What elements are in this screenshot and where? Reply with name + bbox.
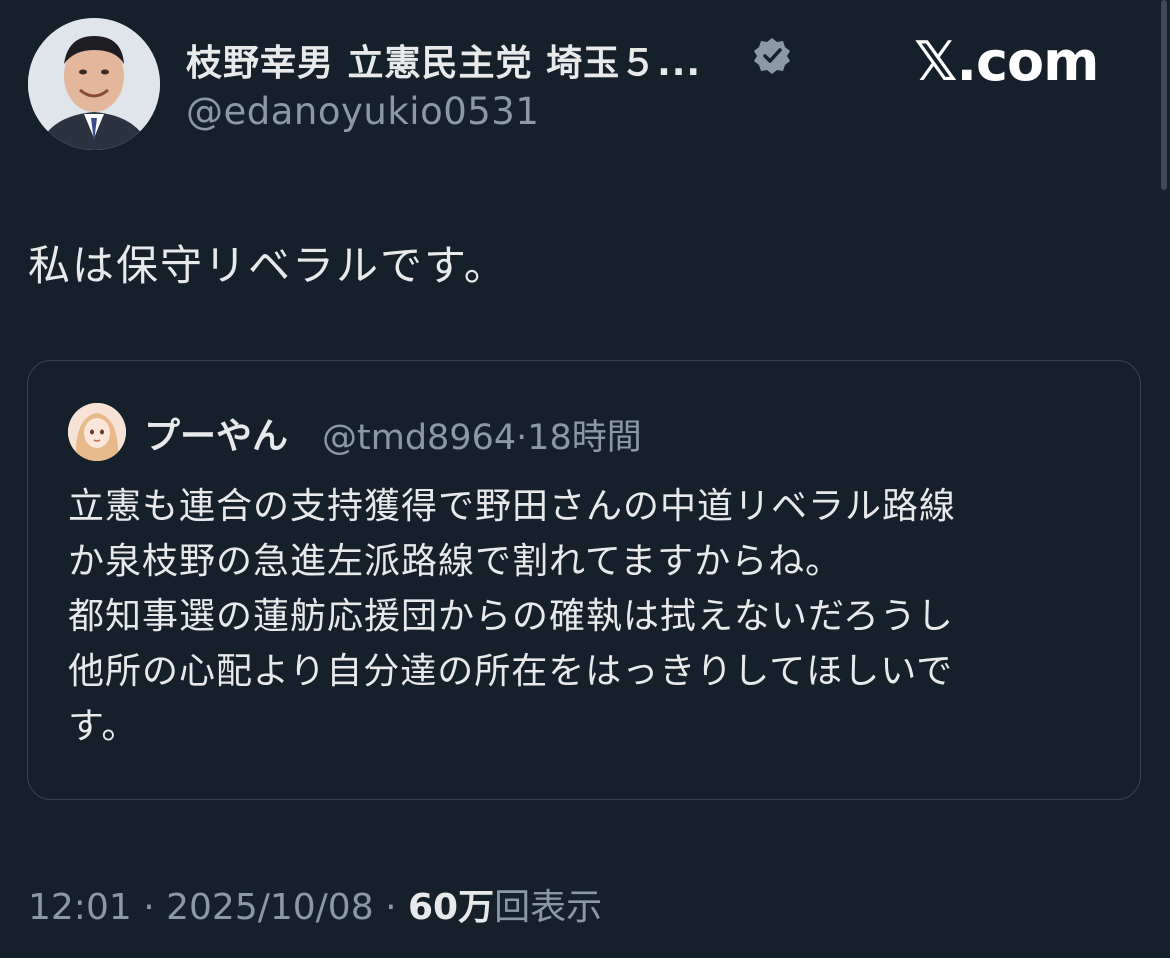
tweet-footer: 12:01 · 2025/10/08 · 60万回表示: [28, 878, 602, 930]
footer-separator: ·: [385, 887, 397, 928]
anime-avatar-icon: [68, 403, 126, 461]
quote-separator: ·: [516, 418, 528, 458]
quote-text: 立憲も連合の支持獲得で野田さんの中道リベラル路線 か泉枝野の急進左派路線で割れて…: [68, 479, 1108, 754]
verified-badge-icon: [754, 38, 790, 74]
quote-line: か泉枝野の急進左派路線で割れてますからね。: [68, 541, 843, 582]
scrollbar[interactable]: [1161, 0, 1167, 190]
quote-tweet-card[interactable]: プーやん @tmd8964·18時間 立憲も連合の支持獲得で野田さんの中道リベラ…: [27, 360, 1141, 800]
person-photo-icon: [28, 18, 160, 150]
quote-line: 立憲も連合の支持獲得で野田さんの中道リベラル路線: [68, 486, 957, 527]
brand-logo: 𝕏.com: [914, 30, 1099, 93]
view-count: 60万: [407, 887, 495, 928]
quote-handle[interactable]: @tmd8964: [322, 418, 516, 458]
quote-display-name[interactable]: プーやん: [144, 407, 288, 459]
author-handle[interactable]: @edanoyukio0531: [186, 90, 539, 133]
author-avatar[interactable]: [28, 18, 160, 150]
author-display-name[interactable]: 枝野幸男 立憲民主党 埼玉５...: [186, 34, 701, 86]
quote-line: 都知事選の蓮舫応援団からの確執は拭えないだろうし: [68, 596, 954, 637]
post-date[interactable]: 2025/10/08: [166, 887, 374, 928]
tweet-text: 私は保守リベラルです。: [28, 241, 508, 290]
quote-line: 他所の心配より自分達の所在をはっきりしてほしいで: [68, 651, 954, 692]
view-count-label: 回表示: [494, 887, 603, 928]
quote-line: す。: [68, 706, 139, 747]
post-time[interactable]: 12:01: [28, 887, 132, 928]
quote-time[interactable]: 18時間: [527, 418, 642, 458]
footer-separator: ·: [143, 887, 155, 928]
quote-avatar[interactable]: [68, 403, 126, 461]
quote-meta: @tmd8964·18時間: [322, 409, 642, 460]
